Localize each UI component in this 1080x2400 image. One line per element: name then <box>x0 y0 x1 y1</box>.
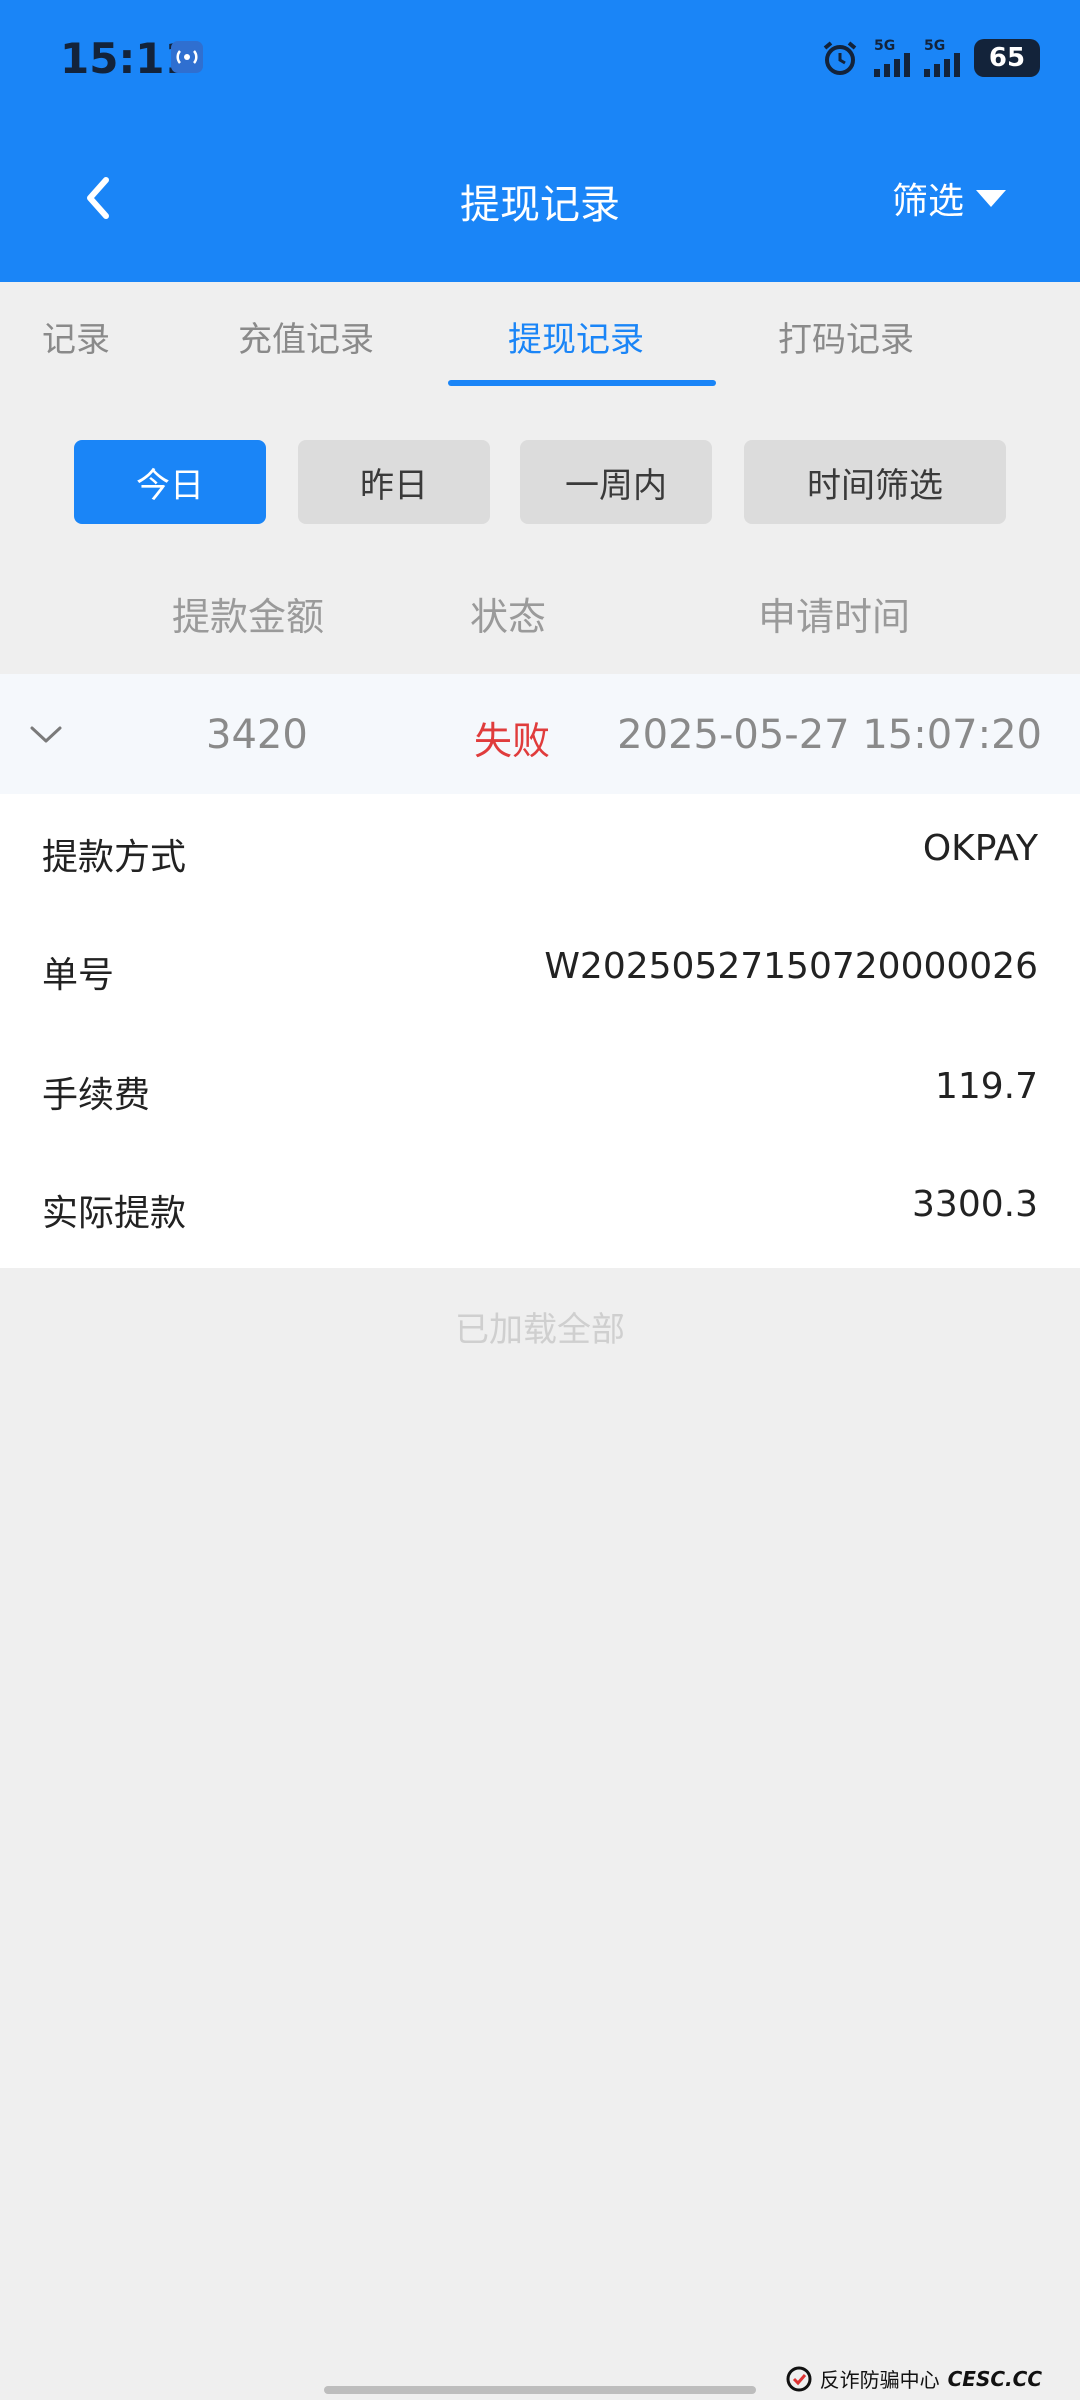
detail-label: 单号 <box>42 955 115 996</box>
signal-1-label: 5G <box>874 38 896 54</box>
chevron-down-icon[interactable] <box>26 714 66 754</box>
record-time: 2025-05-27 15:07:20 <box>617 712 1042 758</box>
filter-today-button[interactable]: 今日 <box>74 440 266 524</box>
loaded-all-text: 已加载全部 <box>455 1310 625 1350</box>
record-details: 提款方式 OKPAY 单号 W20250527150720000026 手续费 … <box>0 794 1080 1268</box>
home-indicator[interactable] <box>324 2386 756 2394</box>
active-tab-indicator <box>448 380 716 386</box>
record-amount: 3420 <box>206 712 308 758</box>
watermark-text: 反诈防骗中心 <box>819 2368 940 2392</box>
signal-1-bars-icon <box>874 53 910 77</box>
signal-2-bars-icon <box>924 53 960 77</box>
status-badge: 失败 <box>474 719 551 763</box>
tab-wager-records[interactable]: 打码记录 <box>778 312 914 361</box>
detail-value: OKPAY <box>922 828 1038 869</box>
filter-yesterday-button[interactable]: 昨日 <box>298 440 490 524</box>
status-bar: 15:11 5G 5G 65 <box>0 0 1080 120</box>
battery-indicator: 65 <box>974 39 1040 77</box>
detail-label: 手续费 <box>42 1075 151 1116</box>
filter-time-range-button[interactable]: 时间筛选 <box>744 440 1006 524</box>
caret-down-icon <box>976 189 1006 207</box>
alarm-icon <box>823 41 857 75</box>
detail-row-order-number: 单号 W20250527150720000026 <box>0 946 1080 1006</box>
detail-value: W20250527150720000026 <box>544 946 1038 987</box>
detail-label: 实际提款 <box>42 1193 187 1234</box>
column-status: 状态 <box>470 595 547 639</box>
tab-withdraw-records[interactable]: 提现记录 <box>508 312 644 361</box>
detail-label: 提款方式 <box>42 837 187 878</box>
detail-row-method: 提款方式 OKPAY <box>0 828 1080 888</box>
detail-row-actual-amount: 实际提款 3300.3 <box>0 1184 1080 1244</box>
nav-bar: 提现记录 筛选 <box>0 150 1080 250</box>
table-row[interactable]: 3420 失败 2025-05-27 15:07:20 <box>0 674 1080 794</box>
hotspot-icon <box>171 41 203 73</box>
tab-deposit-records[interactable]: 充值记录 <box>238 312 374 361</box>
signal-2-label: 5G <box>924 38 946 54</box>
column-time: 申请时间 <box>758 595 911 639</box>
detail-row-fee: 手续费 119.7 <box>0 1066 1080 1126</box>
filter-label: 筛选 <box>891 181 964 222</box>
detail-value: 119.7 <box>934 1066 1038 1107</box>
app-header: 15:11 5G 5G 65 提现记录 筛选 <box>0 0 1080 282</box>
signal-2: 5G <box>924 39 960 77</box>
watermark: 反诈防骗中心 CESC.CC <box>786 2364 1042 2393</box>
column-amount: 提款金额 <box>172 595 325 639</box>
detail-value: 3300.3 <box>912 1184 1038 1225</box>
signal-1: 5G <box>874 39 910 77</box>
shield-logo-icon <box>786 2366 812 2391</box>
filter-week-button[interactable]: 一周内 <box>520 440 712 524</box>
status-icons: 5G 5G 65 <box>820 36 1040 80</box>
filter-button[interactable]: 筛选 <box>892 172 1006 224</box>
watermark-site: CESC.CC <box>947 2366 1042 2391</box>
tab-records[interactable]: 记录 <box>42 312 110 361</box>
record-tabs: 记录 充值记录 提现记录 打码记录 <box>0 282 1080 388</box>
